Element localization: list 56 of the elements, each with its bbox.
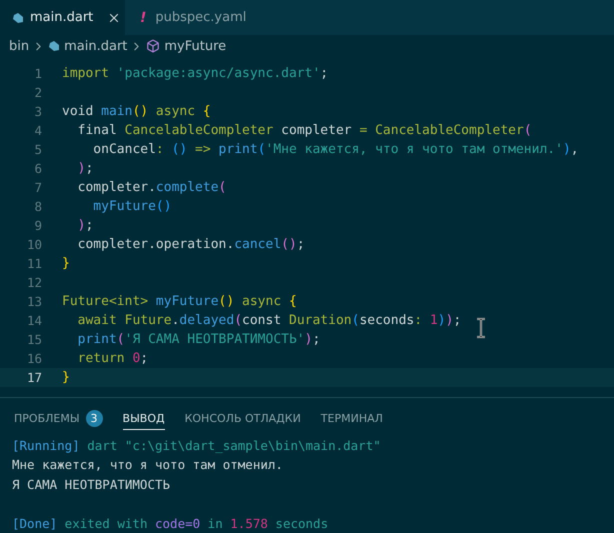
dart-file-icon [48,40,60,52]
output-line: [Done] exited with code=0 in 1.578 seconds [12,516,328,531]
line-number: 8 [33,199,42,214]
panel-tab[interactable]: ПРОБЛЕМЫ 3 [14,408,103,430]
line-number: 5 [33,142,42,157]
code-line: Future<int> myFuture() async { [62,294,297,309]
panel-tab[interactable]: КОНСОЛЬ ОТЛАДКИ [184,408,301,430]
output-line: Я САМА НЕОТВРАТИМОСТЬ [12,476,170,492]
dart-file-icon [12,12,24,24]
line-number: 1 [33,66,42,81]
line-number: 3 [33,104,42,119]
code-line: final CancelableCompleter completer = CancelableCompleter( [76,123,532,138]
line-number: 6 [33,161,42,176]
breadcrumb-item[interactable]: bin [9,38,30,54]
line-number: 14 [26,313,42,328]
panel-tab-label: ВЫВОД [122,412,165,425]
output-line: [Running] dart "c:\git\dart_sample\bin\main.dart" [12,438,381,453]
code-line: await Future.delayed(const Duration(seconds: 1)); [76,313,462,328]
line-number: 9 [33,218,42,233]
text-cursor-icon [476,318,486,338]
panel-tab[interactable]: ВЫВОД [122,408,165,430]
code-line: completer.complete( [76,180,226,195]
code-line: ); [76,218,94,233]
line-number: 2 [33,85,42,100]
panel-tab-label: КОНСОЛЬ ОТЛАДКИ [184,412,301,425]
line-number: 13 [26,294,42,309]
panel-tab-label: ПРОБЛЕМЫ [14,412,80,425]
code-line: completer.operation.cancel(); [76,237,305,252]
code-line: void main() async { [62,104,211,119]
panel-tab-label: ТЕРМИНАЛ [320,412,383,425]
count-badge: 3 [86,410,103,427]
tab-label: main.dart [30,10,94,25]
code-line: myFuture() [92,199,172,214]
tab-label: pubspec.yaml [155,10,246,25]
breadcrumb-item[interactable]: myFuture [164,38,226,54]
breadcrumb-item[interactable]: main.dart [64,38,128,54]
code-line: } [62,256,70,271]
code-line: print('Я САМА НЕОТВРАТИМОСТЬ'); [76,332,320,347]
code-line: ); [76,161,94,176]
line-number: 11 [26,256,42,271]
code-line: import 'package:async/async.dart'; [62,66,328,81]
line-number: 4 [33,123,42,138]
code-line: onCancel: () => print('Мне кажется, что я чото там отменил.'), [92,142,579,157]
cube-icon [146,39,160,53]
code-line: } [62,370,70,385]
code-line: return 0; [76,351,148,366]
line-number: 7 [33,180,42,195]
line-number: 17 [26,370,42,385]
line-number: 12 [26,275,42,290]
editor-tab[interactable]: main.dart [0,0,125,35]
line-number: 15 [26,332,42,347]
line-number: 10 [26,237,42,252]
output-line: Мне кажется, что я чото там отменил. [12,457,283,472]
yaml-file-icon: ! [137,10,150,26]
line-number: 16 [26,351,42,366]
panel-tab[interactable]: ТЕРМИНАЛ [320,408,383,430]
